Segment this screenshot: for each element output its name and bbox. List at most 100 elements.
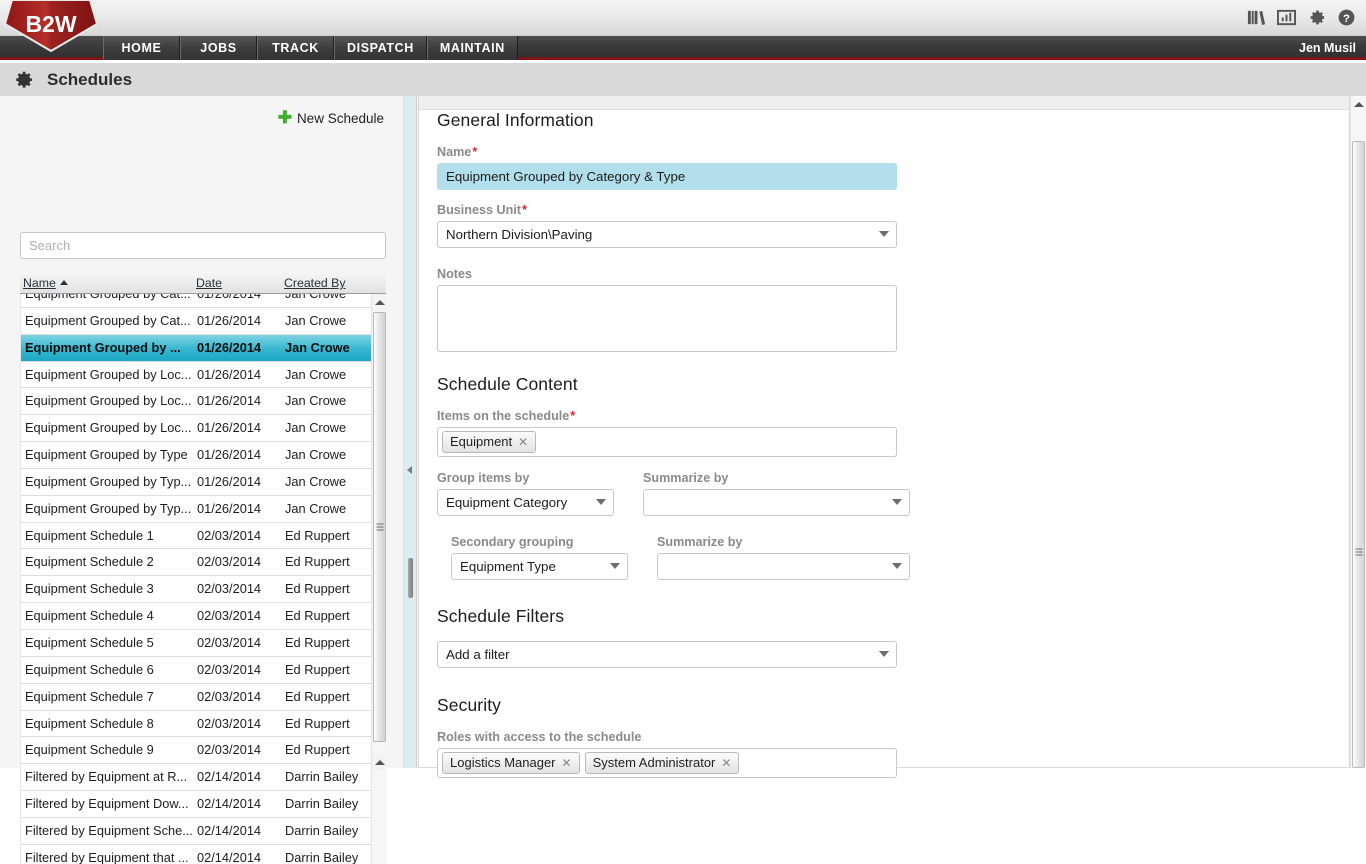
new-schedule-label: New Schedule [296,110,384,126]
scroll-up-button[interactable] [372,294,387,310]
cell-date: 02/03/2014 [197,554,262,570]
library-icon[interactable] [1247,8,1266,27]
cell-name: Filtered by Equipment that ... [25,849,189,864]
cell-by: Jan Crowe [285,366,347,382]
table-row[interactable]: Equipment Grouped by Loc... 01/26/2014 Jan… [21,415,372,443]
cell-date: 02/03/2014 [197,715,262,731]
sort-ascending-icon [59,280,68,285]
current-user-name[interactable]: Jen Musil [1299,36,1356,60]
table-row[interactable]: Filtered by Equipment that ... 02/14/2014… [21,844,372,864]
scrollbar-thumb[interactable] [373,312,386,742]
table-row[interactable]: Equipment Schedule 6 02/03/2014 Ed Ruppert [21,656,372,684]
collapse-panel-icon[interactable] [407,466,412,474]
panel-splitter[interactable] [404,96,417,768]
table-row[interactable]: Equipment Grouped by Cat... 01/26/2014 Jan… [21,294,372,308]
chevron-down-icon-2 [596,499,606,505]
group-items-by-select[interactable]: Equipment Category [437,489,614,516]
column-header-name[interactable]: Name [23,276,68,290]
secondary-summarize-by-value[interactable] [657,553,910,580]
tag-system-administrator[interactable]: System Administrator ✕ [584,752,740,774]
table-row[interactable]: Equipment Schedule 8 02/03/2014 Ed Ruppert [21,710,372,738]
group-items-by-block: Group items by Equipment Category [437,471,643,521]
search-input[interactable] [20,232,386,259]
cell-date: 01/26/2014 [197,366,262,382]
nav-tab-dispatch[interactable]: DISPATCH [334,36,427,60]
nav-tabs: HOME JOBS TRACK DISPATCH MAINTAIN [103,36,518,60]
list-scrollbar[interactable] [371,294,387,864]
roles-field[interactable]: Logistics Manager ✕ System Administrator… [437,748,897,778]
cell-by: Darrin Bailey [285,849,359,864]
table-row[interactable]: Equipment Grouped by Typ... 01/26/2014 Jan… [21,468,372,496]
tag-equipment[interactable]: Equipment ✕ [442,431,537,453]
add-filter-select[interactable]: Add a filter [437,641,897,668]
nav-tab-maintain[interactable]: MAINTAIN [426,36,518,60]
cell-by: Darrin Bailey [285,822,359,838]
remove-tag-icon-2[interactable]: ✕ [721,756,731,770]
secondary-grouping-block: Secondary grouping Equipment Type [451,535,657,585]
table-row[interactable]: Equipment Schedule 1 02/03/2014 Ed Ruppert [21,522,372,550]
plus-icon: ✚ [277,108,292,127]
notes-textarea[interactable] [437,285,897,352]
table-row[interactable]: Equipment Grouped by ... 01/26/2014 Jan Cr… [21,334,372,362]
b2w-logo[interactable]: B2W [4,0,98,52]
label-items-on-schedule: Items on the schedule* [437,409,576,423]
nav-tab-home[interactable]: HOME [103,36,180,60]
secondary-grouping-select[interactable]: Equipment Type [451,553,628,580]
table-row[interactable]: Equipment Schedule 4 02/03/2014 Ed Ruppert [21,603,372,630]
secondary-grouping-value[interactable]: Equipment Type [451,553,628,580]
table-row[interactable]: Equipment Grouped by Typ... 01/26/2014 Jan… [21,495,372,523]
cell-by: Darrin Bailey [285,796,359,812]
nav-tab-track[interactable]: TRACK [257,36,334,60]
remove-tag-icon[interactable]: ✕ [518,435,528,449]
arrow-up-icon-2 [374,760,385,765]
summarize-by-value[interactable] [643,489,910,516]
cell-date: 02/03/2014 [197,608,262,624]
table-row[interactable]: Equipment Schedule 7 02/03/2014 Ed Ruppert [21,683,372,711]
tag-logistics-manager[interactable]: Logistics Manager ✕ [442,752,580,774]
chevron-down-icon-4 [610,563,620,569]
page-scroll-up-button[interactable] [1351,96,1366,112]
table-row[interactable]: Equipment Grouped by Loc... 01/26/2014 Jan… [21,388,372,416]
required-marker-2: * [521,203,527,217]
splitter-drag-handle[interactable] [408,558,413,598]
chart-icon[interactable] [1277,8,1296,27]
table-row[interactable]: Equipment Grouped by Type 01/26/2014 Jan C… [21,442,372,469]
label-roles-with-access: Roles with access to the schedule [437,730,642,744]
business-unit-select[interactable]: Northern Division\Paving [437,221,897,248]
cell-by: Ed Ruppert [285,661,350,677]
table-row[interactable]: Equipment Schedule 9 02/03/2014 Ed Ruppert [21,737,372,765]
table-row[interactable]: Equipment Grouped by Loc... 01/26/2014 Jan… [21,361,372,389]
nav-tab-jobs[interactable]: JOBS [180,36,257,60]
table-row[interactable]: Filtered by Equipment at R... 02/14/2014 D… [21,764,372,792]
table-row[interactable]: Equipment Grouped by Cat... 01/26/2014 Jan… [21,307,372,335]
add-filter-value[interactable]: Add a filter [437,641,897,668]
business-unit-value[interactable]: Northern Division\Paving [437,221,897,248]
table-row[interactable]: Filtered by Equipment Sche... 02/14/2014 D… [21,817,372,845]
label-summarize-by: Summarize by [643,471,729,485]
cell-name: Equipment Schedule 2 [25,554,154,570]
items-on-schedule-field[interactable]: Equipment ✕ [437,427,897,457]
new-schedule-button[interactable]: ✚ New Schedule [277,108,384,127]
cell-name: Filtered by Equipment at R... [25,769,188,785]
secondary-summarize-by-select[interactable] [657,553,910,580]
gear-icon[interactable] [1307,8,1326,27]
name-input[interactable] [437,163,897,190]
detail-top-strip [419,96,1349,110]
table-row[interactable]: Equipment Schedule 5 02/03/2014 Ed Ruppert [21,629,372,657]
section-heading-schedule-content: Schedule Content [437,374,578,394]
page-scrollbar-thumb[interactable] [1352,141,1365,768]
page-scrollbar[interactable] [1350,96,1366,768]
column-header-date[interactable]: Date [196,276,222,290]
table-row[interactable]: Equipment Schedule 3 02/03/2014 Ed Ruppert [21,576,372,604]
group-items-by-value[interactable]: Equipment Category [437,489,614,516]
cell-date: 02/03/2014 [197,527,262,543]
table-row[interactable]: Filtered by Equipment Dow... 02/14/2014 Da… [21,791,372,818]
remove-tag-icon-1[interactable]: ✕ [562,756,572,770]
column-header-created-by[interactable]: Created By [284,276,346,290]
cell-by: Jan Crowe [285,473,347,489]
table-row[interactable]: Equipment Schedule 2 02/03/2014 Ed Ruppert [21,549,372,577]
list-column-headers: Name Date Created By [20,275,386,294]
summarize-by-select[interactable] [643,489,910,516]
chevron-down-icon [879,231,889,237]
help-icon[interactable]: ? [1337,8,1356,27]
